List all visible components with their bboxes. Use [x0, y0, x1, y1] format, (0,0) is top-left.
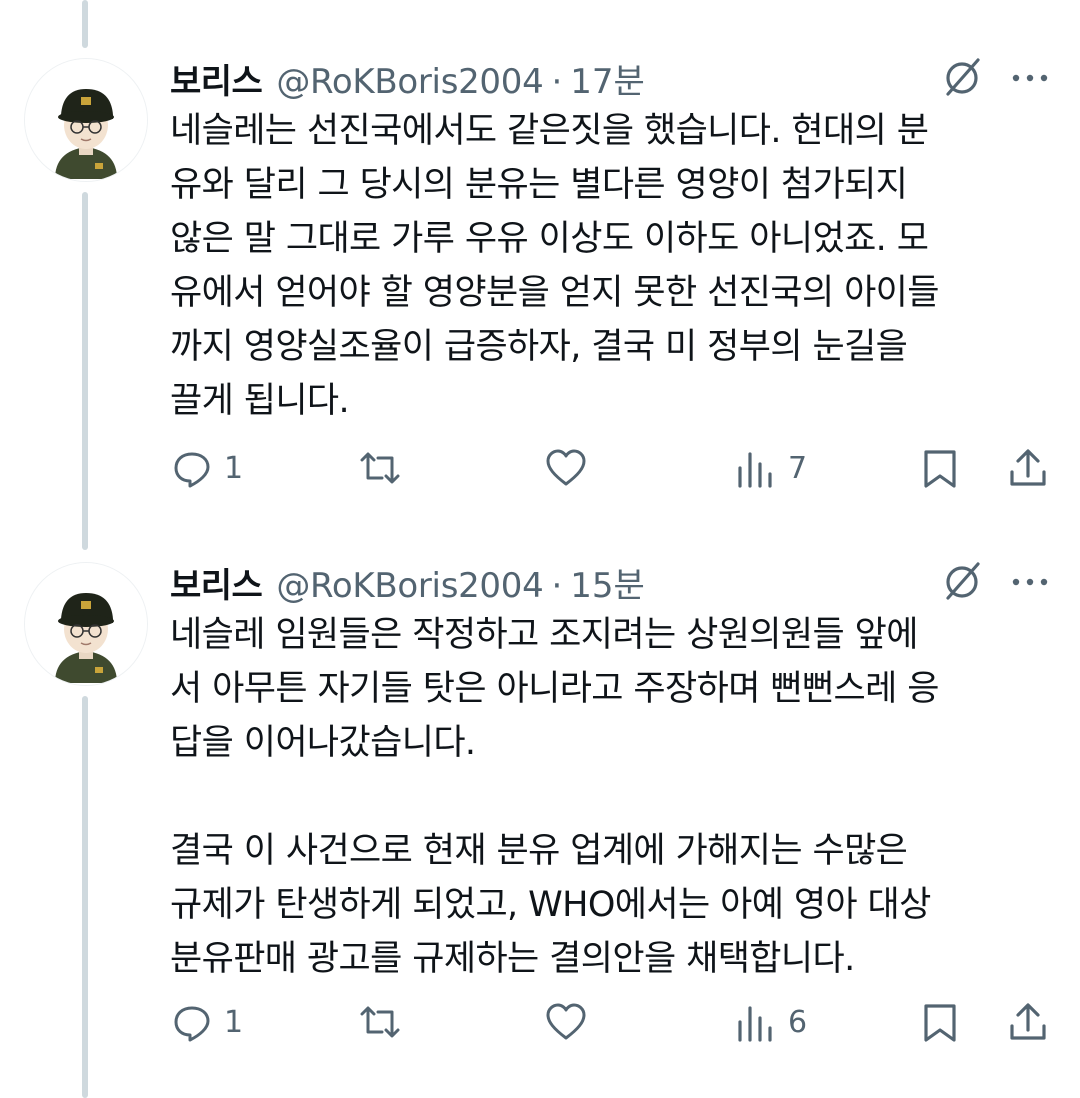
avatar[interactable] [24, 562, 148, 686]
views-button[interactable]: 7 [734, 444, 807, 492]
tweet-text: 네슬레 임원들은 작정하고 조지려는 상원의원들 앞에 서 아무튼 자기들 탓은… [170, 615, 939, 979]
retweet-icon [360, 452, 400, 484]
author-handle[interactable]: @RoKBoris2004 [276, 62, 543, 102]
share-button[interactable] [1006, 444, 1050, 492]
tweet-header: 보리스 @RoKBoris2004 · 15분 [170, 558, 645, 608]
avatar-image [25, 59, 147, 181]
views-icon [738, 452, 772, 488]
share-button[interactable] [1006, 998, 1050, 1046]
share-icon [1010, 449, 1046, 486]
tweet[interactable]: 보리스 @RoKBoris2004 · 17분 네슬레는 선진국에서도 같은짓을… [0, 0, 1080, 520]
reply-button[interactable]: 1 [170, 998, 243, 1046]
bookmark-icon [924, 450, 956, 488]
grok-icon[interactable] [940, 56, 984, 100]
reply-count: 1 [224, 1004, 244, 1040]
like-button[interactable] [544, 998, 588, 1046]
retweet-icon [360, 1006, 400, 1038]
author-name[interactable]: 보리스 [170, 54, 263, 103]
separator: · [551, 566, 563, 606]
like-button[interactable] [544, 444, 588, 492]
avatar[interactable] [24, 58, 148, 182]
author-handle[interactable]: @RoKBoris2004 [276, 566, 543, 606]
grok-icon[interactable] [940, 560, 984, 604]
tweet-text: 네슬레는 선진국에서도 같은짓을 했습니다. 현대의 분 유와 달리 그 당시의… [170, 111, 939, 421]
tweet[interactable]: 보리스 @RoKBoris2004 · 15분 네슬레 임원들은 작정하고 조지… [0, 550, 1080, 1098]
view-count: 7 [788, 450, 808, 486]
share-icon [1010, 1003, 1046, 1040]
more-icon[interactable] [1010, 572, 1050, 592]
timestamp[interactable]: 17분 [570, 54, 645, 103]
bookmark-icon [924, 1004, 956, 1042]
avatar-image [25, 563, 147, 685]
more-icon[interactable] [1010, 68, 1050, 88]
heart-icon [546, 449, 586, 486]
reply-icon [174, 1006, 210, 1042]
views-button[interactable]: 6 [734, 998, 807, 1046]
action-bar: 1 6 [0, 998, 1080, 1046]
view-count: 6 [788, 1004, 808, 1040]
action-bar: 1 7 [0, 444, 1080, 492]
bookmark-button[interactable] [918, 998, 962, 1046]
reply-icon [174, 452, 210, 488]
timestamp[interactable]: 15분 [570, 558, 645, 607]
tweet-header: 보리스 @RoKBoris2004 · 17분 [170, 54, 645, 104]
reply-count: 1 [224, 450, 244, 486]
bookmark-button[interactable] [918, 444, 962, 492]
author-name[interactable]: 보리스 [170, 558, 263, 607]
views-icon [738, 1006, 772, 1042]
reply-button[interactable]: 1 [170, 444, 243, 492]
retweet-button[interactable] [356, 998, 404, 1046]
retweet-button[interactable] [356, 444, 404, 492]
heart-icon [546, 1003, 586, 1040]
separator: · [551, 62, 563, 102]
